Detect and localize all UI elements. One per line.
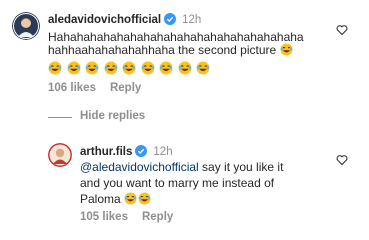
reply-comment: arthur.fils 12h @aledavidovichofficial sa… bbox=[0, 138, 369, 240]
avatar-icon bbox=[48, 143, 72, 167]
top-comment: aledavidovichofficial 12h Hahahahahahahah… bbox=[0, 0, 369, 100]
heart-icon[interactable] bbox=[336, 154, 348, 166]
reply-avatar[interactable] bbox=[48, 143, 72, 167]
hide-replies-button[interactable]: Hide replies bbox=[80, 110, 145, 122]
reply-button[interactable]: Reply bbox=[142, 211, 173, 223]
username[interactable]: aledavidovichofficial bbox=[48, 14, 161, 26]
emoji-row bbox=[48, 60, 215, 78]
laughing-crying-emoji-icon bbox=[141, 61, 154, 75]
comment-meta: 106 likes Reply bbox=[48, 82, 155, 94]
laughing-crying-emoji-icon bbox=[196, 61, 210, 75]
comment-header: aledavidovichofficial 12h bbox=[48, 10, 201, 28]
laughing-crying-emoji-icon bbox=[178, 61, 191, 75]
avatar-icon bbox=[12, 12, 40, 40]
reply-line-3-text: Paloma bbox=[80, 192, 121, 206]
verified-badge-icon bbox=[135, 145, 148, 157]
laughing-crying-emoji-icon bbox=[85, 61, 99, 75]
hide-replies-divider bbox=[48, 117, 72, 118]
likes-count[interactable]: 105 likes bbox=[80, 211, 128, 223]
mention-link[interactable]: @aledavidovichofficial bbox=[80, 160, 199, 174]
heart-icon[interactable] bbox=[336, 24, 348, 36]
laughing-crying-emoji-icon bbox=[104, 61, 117, 75]
laughing-crying-emoji-icon bbox=[67, 61, 80, 75]
verified-badge-icon bbox=[164, 13, 177, 25]
comment-line-2-text: hahhaahahahahahhaha the second picture bbox=[48, 43, 277, 57]
timestamp: 12h bbox=[153, 146, 173, 158]
reply-line-1: @aledavidovichofficial say it you like i… bbox=[80, 159, 283, 175]
reply-button[interactable]: Reply bbox=[110, 82, 141, 94]
laughing-crying-emoji-icon bbox=[138, 192, 151, 205]
laughing-crying-emoji-icon bbox=[159, 61, 173, 75]
laughing-crying-emoji-icon bbox=[48, 61, 62, 75]
reply-line-3: Paloma bbox=[80, 191, 156, 207]
reply-line-1-text: say it you like it bbox=[198, 160, 284, 174]
reply-meta: 105 likes Reply bbox=[80, 211, 187, 223]
username[interactable]: arthur.fils bbox=[80, 146, 132, 158]
laughing-crying-emoji-icon bbox=[122, 61, 136, 75]
comment-line-2: hahhaahahahahahhaha the second picture bbox=[48, 42, 293, 58]
laughing-crying-emoji-icon bbox=[124, 192, 137, 205]
timestamp: 12h bbox=[182, 14, 202, 26]
likes-count[interactable]: 106 likes bbox=[48, 82, 96, 94]
commenter-avatar[interactable] bbox=[12, 12, 40, 40]
reply-header: arthur.fils 12h bbox=[80, 142, 173, 160]
reply-line-2: and you want to marry me instead of bbox=[80, 176, 275, 190]
laughing-crying-emoji-icon bbox=[280, 43, 293, 56]
